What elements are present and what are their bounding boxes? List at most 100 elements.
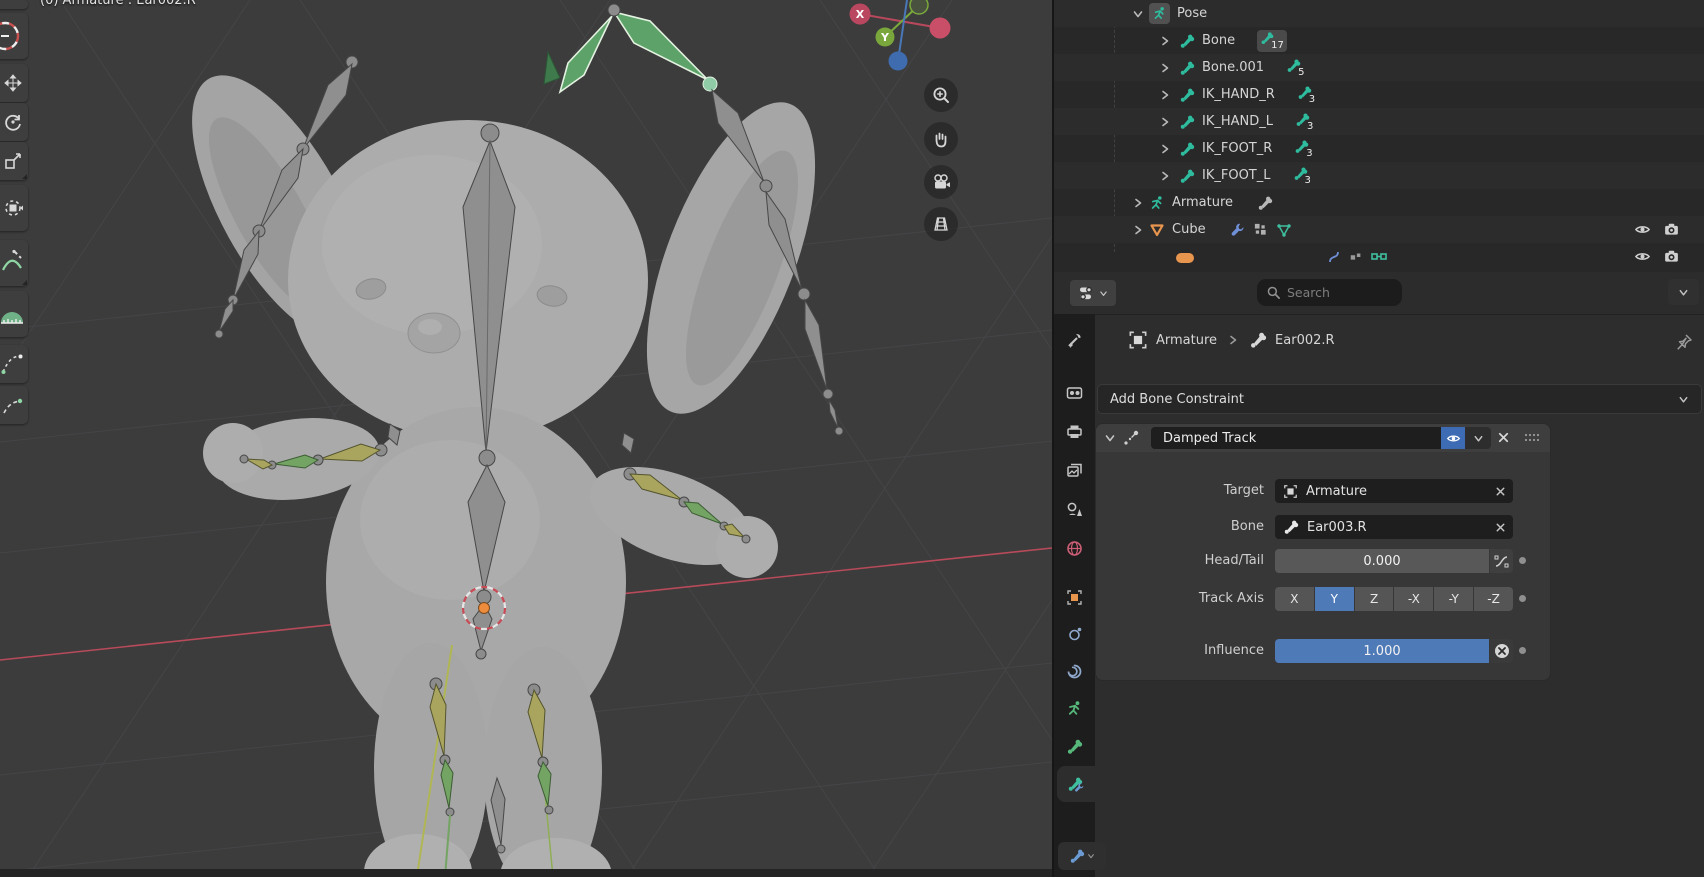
bone-field[interactable]: Ear003.R [1275, 515, 1513, 539]
perspective-toggle-button[interactable] [924, 207, 958, 241]
hide-viewport-toggle[interactable] [1634, 248, 1651, 265]
outliner-row-armature-data[interactable]: Armature [1054, 189, 1704, 216]
tab-scene[interactable] [1054, 491, 1095, 527]
child-bone-count: 17 [1257, 29, 1287, 52]
target-field[interactable]: Armature [1275, 479, 1513, 503]
pan-button[interactable] [924, 122, 958, 156]
breadcrumb: Armature Ear002.R [1128, 326, 1335, 354]
breadcrumb-bone[interactable]: Ear002.R [1275, 333, 1335, 348]
outliner-row-ik-hand-l[interactable]: IK_HAND_L 3 [1054, 108, 1704, 135]
outliner-row-bone001[interactable]: Bone.001 5 [1054, 54, 1704, 81]
track-axis-x[interactable]: X [1275, 587, 1314, 611]
navigation-gizmo[interactable]: X Y [820, 0, 980, 80]
constraint-enable-toggle[interactable] [1441, 427, 1465, 449]
properties-panel[interactable]: Armature Ear002.R Add Bone Constraint [1052, 272, 1704, 877]
outliner-row-ik-foot-l[interactable]: IK_FOOT_L 3 [1054, 162, 1704, 189]
pin-id-button[interactable] [1674, 332, 1694, 352]
camera-view-button[interactable] [924, 165, 958, 199]
hide-viewport-toggle[interactable] [1634, 221, 1651, 238]
keyframe-decorator[interactable] [1519, 557, 1526, 564]
head-tail-value-slider[interactable]: 0.000 [1275, 549, 1489, 573]
scale-tool-icon [5, 153, 21, 169]
zoom-button[interactable] [924, 78, 958, 112]
clear-bone-button[interactable] [1494, 521, 1507, 534]
add-bone-constraint-button[interactable]: Add Bone Constraint [1097, 384, 1702, 414]
tool-transform[interactable] [0, 185, 28, 231]
clear-influence-button[interactable] [1490, 639, 1513, 663]
chevron-right-icon[interactable] [1132, 224, 1144, 236]
tool-rotate[interactable] [0, 103, 28, 141]
tab-bone-constraint-active[interactable] [1057, 766, 1095, 802]
track-axis-neg-y[interactable]: -Y [1434, 587, 1474, 611]
outliner-row-ik-foot-r[interactable]: IK_FOOT_R 3 [1054, 135, 1704, 162]
track-axis-y[interactable]: Y [1314, 587, 1354, 611]
tool-measure[interactable] [0, 291, 28, 337]
tool-cursor[interactable] [0, 13, 28, 59]
keyframe-decorator[interactable] [1519, 595, 1526, 602]
tab-view-layer[interactable] [1054, 452, 1095, 488]
track-axis-neg-z[interactable]: -Z [1474, 587, 1513, 611]
chevron-right-icon[interactable] [1159, 170, 1171, 182]
track-axis-z[interactable]: Z [1354, 587, 1394, 611]
constraint-delete-button[interactable] [1496, 430, 1511, 445]
tool-move[interactable] [0, 64, 28, 102]
tab-tool[interactable] [1054, 322, 1095, 358]
bone-icon [1179, 60, 1195, 76]
tab-output[interactable] [1054, 413, 1095, 449]
chevron-right-icon[interactable] [1159, 62, 1171, 74]
child-bone-count: 5 [1286, 58, 1304, 78]
tab-object-constraints[interactable] [1054, 653, 1095, 689]
chevron-right-icon[interactable] [1132, 197, 1144, 209]
constraint-name-field[interactable]: Damped Track [1151, 427, 1441, 449]
constraint-extras-button[interactable] [1465, 427, 1491, 449]
breadcrumb-object[interactable]: Armature [1156, 333, 1217, 348]
bone-icon [1179, 141, 1195, 157]
clear-target-button[interactable] [1494, 485, 1507, 498]
use-bbone-shape-toggle[interactable] [1490, 549, 1513, 573]
tab-bone[interactable] [1054, 728, 1095, 764]
child-bone-count: 3 [1294, 139, 1313, 159]
header-collapse-menu-button[interactable] [1668, 279, 1699, 305]
tab-object[interactable] [1054, 579, 1095, 615]
outliner-row-bone[interactable]: Bone 17 [1054, 27, 1704, 54]
tool-annotate[interactable] [0, 240, 28, 286]
outliner-row-ik-hand-r[interactable]: IK_HAND_R 3 [1054, 81, 1704, 108]
influence-slider[interactable]: 1.000 [1275, 639, 1489, 663]
panel-expand-chevron[interactable] [1104, 432, 1116, 444]
tab-world[interactable] [1054, 530, 1095, 566]
editor-type-button[interactable] [1070, 280, 1116, 306]
gizmo-z-ball [888, 51, 908, 71]
chevron-right-icon[interactable] [1159, 116, 1171, 128]
outliner-row-pose[interactable]: Pose [1054, 0, 1704, 27]
viewport-canvas[interactable]: .bn{fill:#8f8f8f;stroke:#474747;stroke-w… [0, 0, 1052, 877]
subtool-indicator [22, 280, 27, 285]
disable-render-toggle[interactable] [1663, 221, 1680, 238]
tab-object-data[interactable] [1054, 690, 1095, 726]
camera-icon [934, 174, 950, 189]
tab-physics[interactable] [1054, 616, 1095, 652]
breakdowner-tool-icon [1, 354, 23, 374]
tool-scale[interactable] [0, 142, 28, 180]
tool-pose-push[interactable] [0, 386, 28, 424]
bottom-editor-type-button[interactable] [1058, 842, 1106, 870]
3d-viewport[interactable]: .bn{fill:#8f8f8f;stroke:#474747;stroke-w… [0, 0, 1052, 877]
modifier-curve-icon [1327, 250, 1341, 264]
outliner-row-cube[interactable]: Cube [1054, 216, 1704, 243]
tool-select-box[interactable] [0, 0, 28, 9]
mesh-object-icon [1149, 222, 1165, 238]
keyframe-decorator[interactable] [1519, 647, 1526, 654]
chevron-down-icon[interactable] [1132, 8, 1144, 20]
outliner-row-clipped[interactable] [1054, 243, 1704, 270]
chevron-right-icon[interactable] [1159, 143, 1171, 155]
track-axis-neg-x[interactable]: -X [1394, 587, 1434, 611]
shape-key-icon [1371, 251, 1387, 263]
chevron-right-icon[interactable] [1159, 89, 1171, 101]
disable-render-toggle[interactable] [1663, 248, 1680, 265]
constraint-drag-handle[interactable] [1524, 433, 1540, 442]
tool-pose-breakdowner[interactable] [0, 345, 28, 383]
tab-render[interactable] [1054, 374, 1095, 410]
properties-search[interactable] [1257, 279, 1402, 306]
outliner-panel[interactable]: Pose Bone 17 Bone.001 5 IK_HAND_R 3 IK_H… [1052, 0, 1704, 272]
chevron-right-icon[interactable] [1159, 35, 1171, 47]
constraint-panel-header[interactable]: Damped Track [1096, 424, 1550, 452]
